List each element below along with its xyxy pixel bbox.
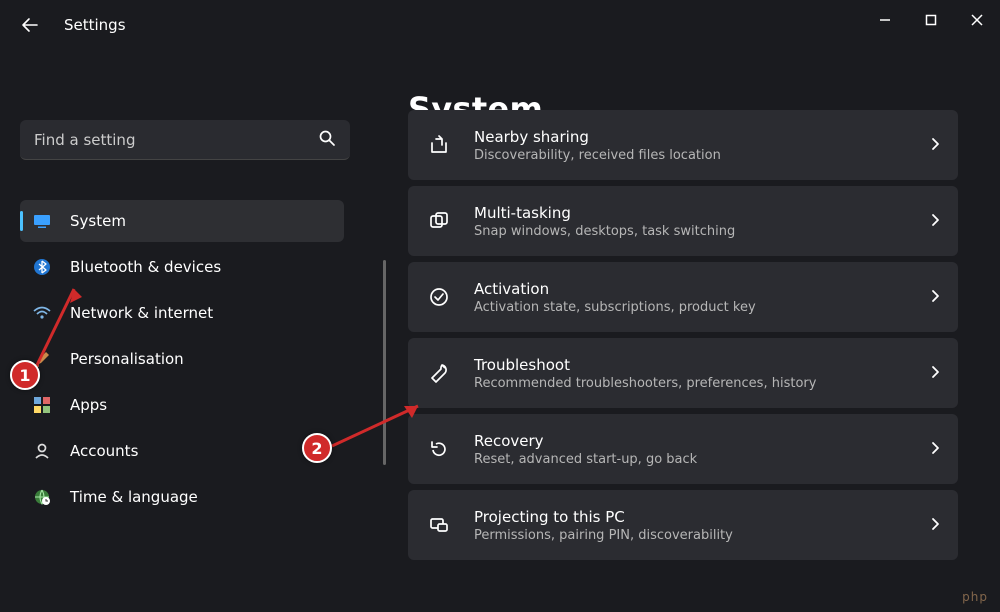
card-title: Activation <box>474 280 908 298</box>
card-recovery[interactable]: Recovery Reset, advanced start-up, go ba… <box>408 414 958 484</box>
person-icon <box>32 441 52 461</box>
sidebar-item-label: Apps <box>70 396 107 414</box>
chevron-right-icon <box>930 212 940 231</box>
back-arrow-icon <box>21 16 39 34</box>
card-subtitle: Reset, advanced start-up, go back <box>474 452 908 467</box>
search-input[interactable] <box>34 131 318 149</box>
sidebar-item-label: Bluetooth & devices <box>70 258 221 276</box>
system-icon <box>32 211 52 231</box>
chevron-right-icon <box>930 440 940 459</box>
card-title: Troubleshoot <box>474 356 908 374</box>
settings-scroll-area: Nearby sharing Discoverability, received… <box>408 150 972 592</box>
minimize-icon <box>879 14 891 26</box>
card-title: Projecting to this PC <box>474 508 908 526</box>
annotation-arrow-1 <box>30 275 90 375</box>
watermark: php <box>962 590 988 604</box>
chevron-right-icon <box>930 288 940 307</box>
chevron-right-icon <box>930 516 940 535</box>
maximize-button[interactable] <box>908 0 954 40</box>
annotation-arrow-2 <box>326 398 436 458</box>
back-button[interactable] <box>18 13 42 37</box>
search-input-wrap[interactable] <box>20 120 350 160</box>
chevron-right-icon <box>930 136 940 155</box>
close-icon <box>971 14 983 26</box>
card-subtitle: Discoverability, received files location <box>474 148 908 163</box>
apps-icon <box>32 395 52 415</box>
settings-card-list: Nearby sharing Discoverability, received… <box>408 150 958 560</box>
titlebar <box>0 0 1000 40</box>
card-troubleshoot[interactable]: Troubleshoot Recommended troubleshooters… <box>408 338 958 408</box>
card-title: Multi-tasking <box>474 204 908 222</box>
multitask-icon <box>426 208 452 234</box>
globe-clock-icon <box>32 487 52 507</box>
minimize-button[interactable] <box>862 0 908 40</box>
app-title: Settings <box>64 16 126 34</box>
sidebar-item-system[interactable]: System <box>20 200 344 242</box>
sidebar-item-label: Network & internet <box>70 304 213 322</box>
main-content: System Nearby sharing Discoverability, r… <box>360 40 1000 612</box>
card-subtitle: Permissions, pairing PIN, discoverabilit… <box>474 528 908 543</box>
card-subtitle: Snap windows, desktops, task switching <box>474 224 908 239</box>
sidebar-item-apps[interactable]: Apps <box>20 384 344 426</box>
projecting-icon <box>426 512 452 538</box>
close-button[interactable] <box>954 0 1000 40</box>
maximize-icon <box>925 14 937 26</box>
card-nearby-sharing[interactable]: Nearby sharing Discoverability, received… <box>408 110 958 180</box>
bluetooth-icon <box>32 257 52 277</box>
annotation-badge-1: 1 <box>10 360 40 390</box>
search-icon <box>318 129 336 151</box>
card-activation[interactable]: Activation Activation state, subscriptio… <box>408 262 958 332</box>
card-subtitle: Activation state, subscriptions, product… <box>474 300 908 315</box>
share-icon <box>426 132 452 158</box>
annotation-badge-2: 2 <box>302 433 332 463</box>
sidebar-item-label: Time & language <box>70 488 198 506</box>
card-projecting[interactable]: Projecting to this PC Permissions, pairi… <box>408 490 958 560</box>
sidebar-item-accounts[interactable]: Accounts <box>20 430 344 472</box>
chevron-right-icon <box>930 364 940 383</box>
sidebar-item-label: System <box>70 212 126 230</box>
sidebar-item-label: Accounts <box>70 442 138 460</box>
check-circle-icon <box>426 284 452 310</box>
card-multitasking[interactable]: Multi-tasking Snap windows, desktops, ta… <box>408 186 958 256</box>
card-title: Nearby sharing <box>474 128 908 146</box>
wrench-icon <box>426 360 452 386</box>
card-subtitle: Recommended troubleshooters, preferences… <box>474 376 908 391</box>
sidebar-item-time-language[interactable]: Time & language <box>20 476 344 518</box>
card-title: Recovery <box>474 432 908 450</box>
